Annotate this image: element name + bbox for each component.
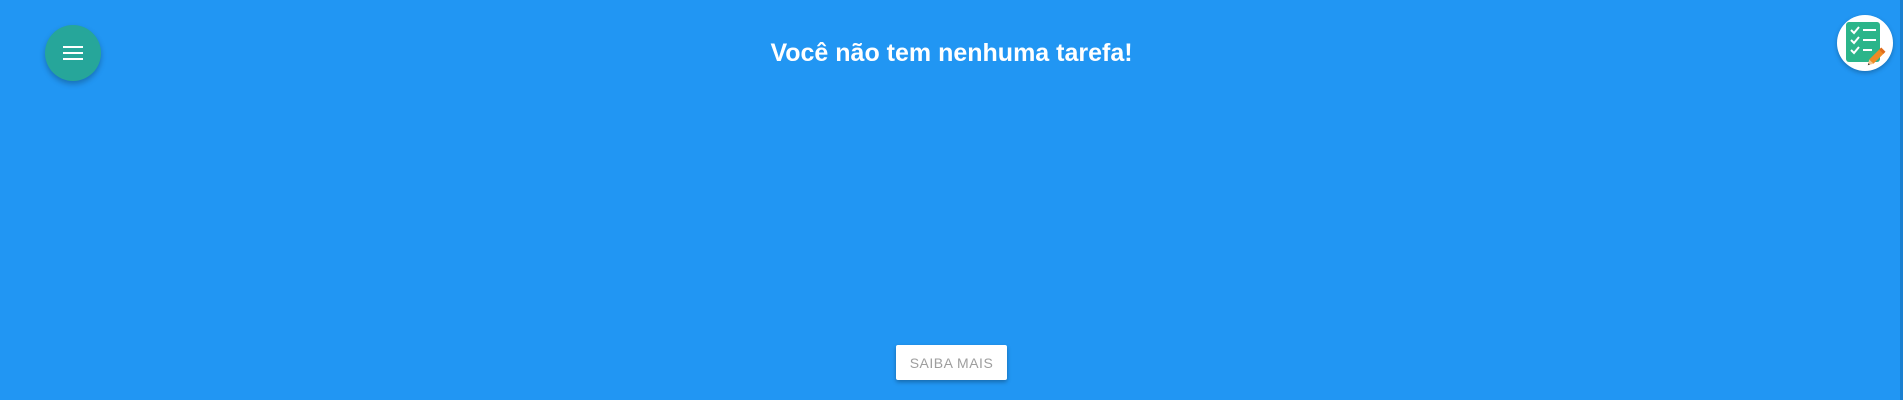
checklist-pencil-icon [1843, 20, 1887, 66]
app-logo [1837, 15, 1893, 71]
learn-more-button[interactable]: SAIBA MAIS [896, 345, 1007, 380]
page-title: Você não tem nenhuma tarefa! [770, 39, 1133, 67]
